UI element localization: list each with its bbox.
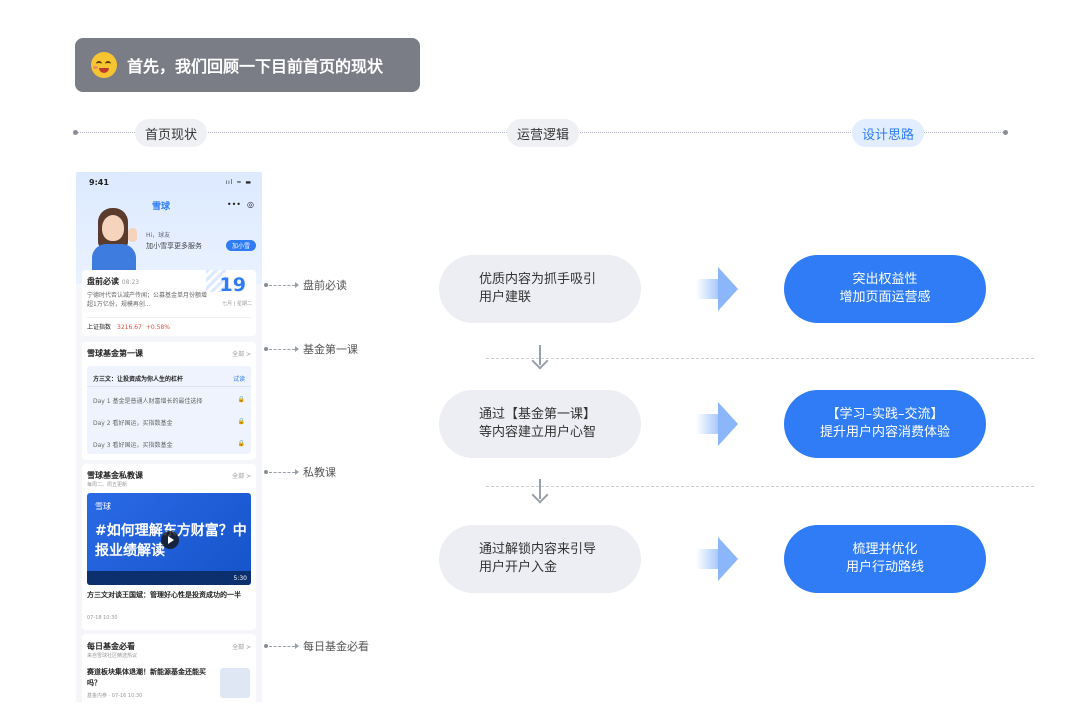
- logic-step-3: 通过解锁内容来引导 用户开户入金: [439, 525, 641, 593]
- card-title: 盘前必读 08:23: [87, 277, 140, 286]
- lesson-list: 方三文：让投资成为你人生的杠杆 试读 Day 1 基金是普通人财富增长的最佳选择 🔒…: [87, 366, 251, 454]
- video-logo: 雪球: [95, 502, 111, 511]
- view-all-link[interactable]: 全部 >: [232, 471, 251, 480]
- annotation-first-lesson: 基金第一课: [264, 341, 358, 357]
- article-meta: 基金内参 · 07-16 10:30: [87, 693, 143, 699]
- down-arrow-icon: [531, 345, 549, 370]
- divider: [486, 486, 1034, 487]
- card-private-class[interactable]: 雪球基金私教课 每周二、周五更新 全部 > 雪球 #如何理解东方财富？中报业绩解…: [82, 464, 256, 630]
- lesson-item[interactable]: Day 2 看好国运，买指数基金 🔒: [93, 418, 245, 427]
- video-caption: 方三文对谈王国斌：管理好心性是投资成功的一半: [87, 591, 241, 599]
- lesson-item[interactable]: Day 3 看好国运，买指数基金 🔒: [93, 440, 245, 449]
- annotation-premarket: 盘前必读: [264, 277, 347, 293]
- annotation-private-class: 私教课: [264, 464, 336, 480]
- greeting-text: 加小雪享更多服务: [146, 242, 202, 250]
- card-title: 雪球基金第一课: [87, 349, 143, 358]
- design-step-2: 【学习–实践–交流】 提升用户内容消费体验: [784, 390, 986, 458]
- timeline-start-dot: [73, 130, 78, 135]
- down-arrow-icon: [531, 479, 549, 504]
- index-row: 上证指数 3216.67 +0.58%: [87, 324, 170, 331]
- more-icon[interactable]: •••: [227, 200, 241, 209]
- add-assistant-button[interactable]: 加小雪: [225, 240, 256, 251]
- video-thumbnail[interactable]: 雪球 #如何理解东方财富？中报业绩解读 5:30: [87, 493, 251, 585]
- card-summary: 宁德时代否认减产传闻；公募基金单月份额增超1万亿份，规模再创...: [87, 292, 208, 308]
- article-thumbnail: [220, 668, 250, 698]
- app-logo: 雪球: [152, 202, 171, 212]
- canvas: 首先，我们回顾一下目前首页的现状 首页现状 运营逻辑 设计思路 9:41 ııl…: [0, 0, 1080, 728]
- date-day: 19: [219, 274, 246, 296]
- card-title: 每日基金必看: [87, 642, 135, 651]
- timeline-stage-current: 首页现状: [135, 119, 208, 147]
- timeline-stage-design: 设计思路: [852, 119, 925, 147]
- card-subtitle: 来自雪球社区精选热议: [87, 653, 138, 659]
- card-subtitle: 每周二、周五更新: [87, 482, 128, 488]
- greeting-hi: Hi，球友: [146, 232, 171, 239]
- date-info: 七月 | 星期二: [222, 301, 252, 307]
- lock-icon: 🔒: [237, 418, 245, 425]
- view-all-link[interactable]: 全部 >: [232, 349, 251, 358]
- card-daily-fund[interactable]: 每日基金必看 来自雪球社区精选热议 全部 > 赛道板块集体退潮！新能源基金还能买…: [82, 634, 256, 702]
- banner-title: 首先，我们回顾一下目前首页的现状: [127, 57, 384, 76]
- close-icon[interactable]: ◎: [247, 200, 254, 209]
- intro-banner: 首先，我们回顾一下目前首页的现状: [75, 38, 420, 92]
- card-first-lesson[interactable]: 雪球基金第一课 全部 > 方三文：让投资成为你人生的杠杆 试读 Day 1 基金是…: [82, 342, 256, 460]
- logic-step-2: 通过【基金第一课】 等内容建立用户心智: [439, 390, 641, 458]
- design-step-3: 梳理并优化 用户行动路线: [784, 525, 986, 593]
- right-arrow-icon: [696, 402, 738, 446]
- phone-mockup: 9:41 ııl ≈ ▬ 雪球 ••• ◎ Hi，球友 加小雪享更多服务 加小雪…: [76, 172, 262, 702]
- video-duration: 5:30: [233, 575, 247, 582]
- card-title: 雪球基金私教课: [87, 471, 143, 480]
- card-premarket[interactable]: 盘前必读 08:23 宁德时代否认减产传闻；公募基金单月份额增超1万亿份，规模再…: [82, 270, 256, 336]
- timeline-stage-logic: 运营逻辑: [507, 119, 580, 147]
- video-time: 07-18 10:30: [87, 615, 118, 621]
- divider: [486, 358, 1034, 359]
- right-arrow-icon: [696, 537, 738, 581]
- status-icons: ııl ≈ ▬: [225, 179, 252, 186]
- lock-icon: 🔒: [237, 396, 245, 403]
- annotation-daily-fund: 每日基金必看: [264, 638, 369, 654]
- timeline-end-dot: [1003, 130, 1008, 135]
- article-title: 赛道板块集体退潮！新能源基金还能买吗？: [87, 668, 206, 687]
- lesson-head[interactable]: 方三文：让投资成为你人生的杠杆 试读: [87, 374, 251, 387]
- view-all-link[interactable]: 全部 >: [232, 642, 251, 651]
- status-time: 9:41: [89, 178, 109, 187]
- right-arrow-icon: [696, 267, 738, 311]
- lesson-item[interactable]: Day 1 基金是普通人财富增长的最佳选择 🔒: [93, 396, 245, 405]
- logic-step-1: 优质内容为抓手吸引 用户建联: [439, 255, 641, 323]
- play-icon[interactable]: [161, 531, 179, 549]
- smiling-face-icon: [91, 52, 117, 78]
- mini-program-capsule: ••• ◎: [214, 197, 254, 211]
- lock-icon: 🔒: [237, 440, 245, 447]
- design-step-1: 突出权益性 增加页面运营感: [784, 255, 986, 323]
